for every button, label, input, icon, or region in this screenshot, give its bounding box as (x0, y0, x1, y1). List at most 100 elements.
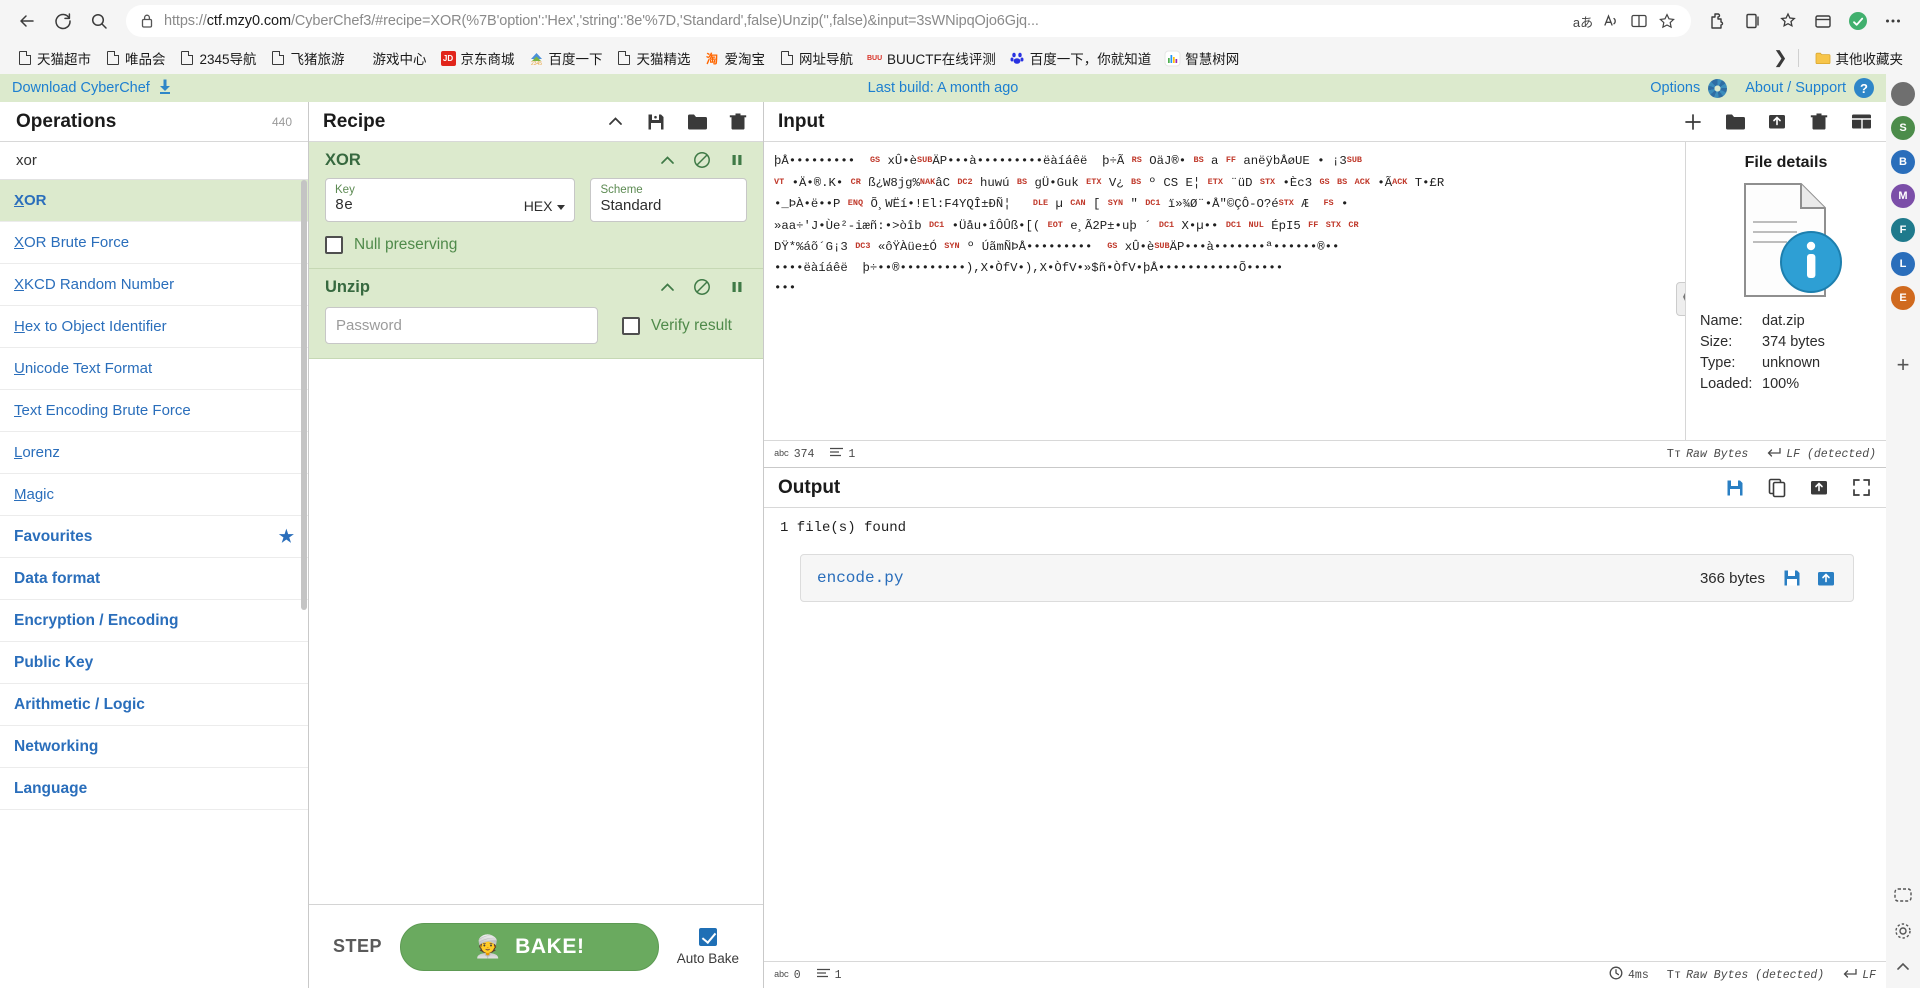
more-settings-icon[interactable] (1876, 4, 1910, 38)
category-arithmetic-logic[interactable]: Arithmetic / Logic (0, 684, 308, 726)
category-encryption-encoding[interactable]: Encryption / Encoding (0, 600, 308, 642)
unzip-verify-row[interactable]: Verify result (622, 316, 732, 335)
search-input[interactable] (14, 151, 294, 170)
disable-icon[interactable] (692, 150, 712, 170)
bake-button[interactable]: 👳 BAKE! (400, 922, 659, 971)
replace-input-icon[interactable] (1808, 477, 1830, 499)
pause-icon[interactable] (727, 277, 747, 297)
collapse-icon[interactable] (604, 111, 626, 133)
output-encoding[interactable]: Tᴛ Raw Bytes (detected) (1667, 968, 1824, 982)
save-output-icon[interactable] (1724, 477, 1746, 499)
operation-text-encoding-brute-force[interactable]: Text Encoding Brute Force (0, 390, 308, 432)
plus-icon[interactable]: + (1890, 352, 1916, 378)
open-file-icon[interactable] (1766, 111, 1788, 133)
auto-bake-control[interactable]: Auto Bake (677, 927, 739, 966)
reload-icon[interactable] (46, 4, 80, 38)
bookmark-item[interactable]: BUU BUUCTF在线评测 (860, 45, 1003, 71)
operation-xor[interactable]: XOR (0, 180, 308, 222)
chevron-up-icon[interactable] (657, 277, 677, 297)
operation-xor-brute-force[interactable]: XOR Brute Force (0, 222, 308, 264)
save-recipe-icon[interactable] (645, 111, 667, 133)
collections-icon[interactable] (1736, 4, 1770, 38)
output-file-name[interactable]: encode.py (817, 569, 903, 587)
gear-icon[interactable] (1708, 78, 1728, 98)
operations-search[interactable] (0, 142, 308, 180)
avatar-s[interactable]: S (1891, 116, 1915, 140)
gear-icon[interactable] (1890, 918, 1916, 944)
disable-icon[interactable] (692, 277, 712, 297)
star-icon[interactable] (1653, 7, 1681, 35)
bookmark-item[interactable]: 百度一下，你就知道 (1003, 45, 1159, 71)
chevron-right-icon[interactable]: ❯ (1773, 48, 1787, 68)
input-encoding[interactable]: Tᴛ Raw Bytes (1667, 447, 1749, 461)
add-tab-icon[interactable] (1682, 111, 1704, 133)
input-textarea[interactable]: þÅ••••••••• GS xÛ•èSUBÄP•••à•••••••••ëàí… (764, 142, 1686, 440)
read-aloud-icon[interactable] (1597, 7, 1625, 35)
profile-icon[interactable] (1841, 4, 1875, 38)
operation-magic[interactable]: Magic (0, 474, 308, 516)
pause-icon[interactable] (727, 150, 747, 170)
avatar-b[interactable]: B (1891, 150, 1915, 174)
question-circle-icon[interactable]: ? (1854, 78, 1874, 98)
search-icon[interactable] (82, 4, 116, 38)
operation-unicode-text-format[interactable]: Unicode Text Format (0, 348, 308, 390)
avatar[interactable] (1891, 82, 1915, 106)
reset-layout-icon[interactable] (1850, 111, 1872, 133)
clear-recipe-icon[interactable] (727, 111, 749, 133)
auto-bake-checkbox[interactable] (698, 927, 717, 946)
chevron-up-icon[interactable] (1890, 954, 1916, 980)
category-public-key[interactable]: Public Key (0, 642, 308, 684)
verify-result-checkbox[interactable] (622, 316, 640, 335)
avatar-l[interactable]: L (1891, 252, 1915, 276)
operation-lorenz[interactable]: Lorenz (0, 432, 308, 474)
step-button[interactable]: STEP (333, 936, 382, 957)
other-favorites-button[interactable]: 其他收藏夹 (1809, 45, 1911, 71)
input-linebreak[interactable]: LF (detected) (1766, 447, 1876, 462)
address-bar[interactable]: https://ctf.mzy0.com/CyberChef3/#recipe=… (126, 5, 1691, 37)
bookmark-item[interactable]: JD 京东商城 (434, 45, 522, 71)
bookmark-item[interactable]: 2345 百度一下 (522, 45, 610, 71)
back-arrow-icon[interactable] (10, 4, 44, 38)
avatar-m[interactable]: M (1891, 184, 1915, 208)
bookmark-item[interactable]: 唯品会 (98, 45, 173, 71)
avatar-e[interactable]: E (1891, 286, 1915, 310)
operation-xkcd-random-number[interactable]: XKCD Random Number (0, 264, 308, 306)
category-language[interactable]: Language (0, 768, 308, 810)
open-folder-icon[interactable] (1724, 111, 1746, 133)
bookmark-item[interactable]: 天猫超市 (10, 45, 98, 71)
operation-hex-to-object-identifier[interactable]: Hex to Object Identifier (0, 306, 308, 348)
translate-icon[interactable]: aあ (1569, 7, 1597, 35)
browser-essentials-icon[interactable] (1771, 4, 1805, 38)
extensions-icon[interactable] (1701, 4, 1735, 38)
chevron-up-icon[interactable] (657, 150, 677, 170)
output-linebreak[interactable]: LF (1842, 968, 1876, 983)
load-recipe-icon[interactable] (686, 111, 708, 133)
open-in-tab-icon[interactable] (1815, 569, 1837, 588)
xor-scheme-field[interactable]: Scheme Standard (590, 178, 747, 222)
bookmark-item[interactable]: 网址导航 (772, 45, 860, 71)
pane-splitter-handle[interactable]: ❰ (1676, 282, 1685, 316)
maximise-output-icon[interactable] (1850, 477, 1872, 499)
xor-key-format[interactable]: HEX (524, 198, 553, 214)
unzip-password-field[interactable]: Password (325, 307, 598, 344)
operations-scrollbar[interactable] (301, 180, 307, 610)
bookmark-item[interactable]: 2345导航 (173, 45, 264, 71)
xor-key-field[interactable]: Key 8e HEX (325, 178, 576, 222)
category-data-format[interactable]: Data format (0, 558, 308, 600)
category-favourites[interactable]: Favourites ★ (0, 516, 308, 558)
output-file-item[interactable]: encode.py 366 bytes (800, 554, 1854, 602)
copy-output-icon[interactable] (1766, 477, 1788, 499)
add-tab-to-collection-icon[interactable] (1806, 4, 1840, 38)
bookmark-item[interactable]: 飞猪旅游 (264, 45, 352, 71)
save-icon[interactable] (1781, 568, 1803, 588)
bookmark-item[interactable]: 天猫精选 (610, 45, 698, 71)
clear-io-icon[interactable] (1808, 111, 1830, 133)
null-preserving-checkbox[interactable] (325, 236, 343, 254)
category-networking[interactable]: Networking (0, 726, 308, 768)
xor-null-preserving-row[interactable]: Null preserving (309, 222, 763, 254)
bookmark-item[interactable]: 智慧树网 (1158, 45, 1246, 71)
avatar-f[interactable]: F (1891, 218, 1915, 242)
split-screen-icon[interactable] (1625, 7, 1653, 35)
bookmark-item[interactable]: 游戏中心 (366, 45, 434, 71)
options-link[interactable]: Options (1650, 80, 1700, 96)
